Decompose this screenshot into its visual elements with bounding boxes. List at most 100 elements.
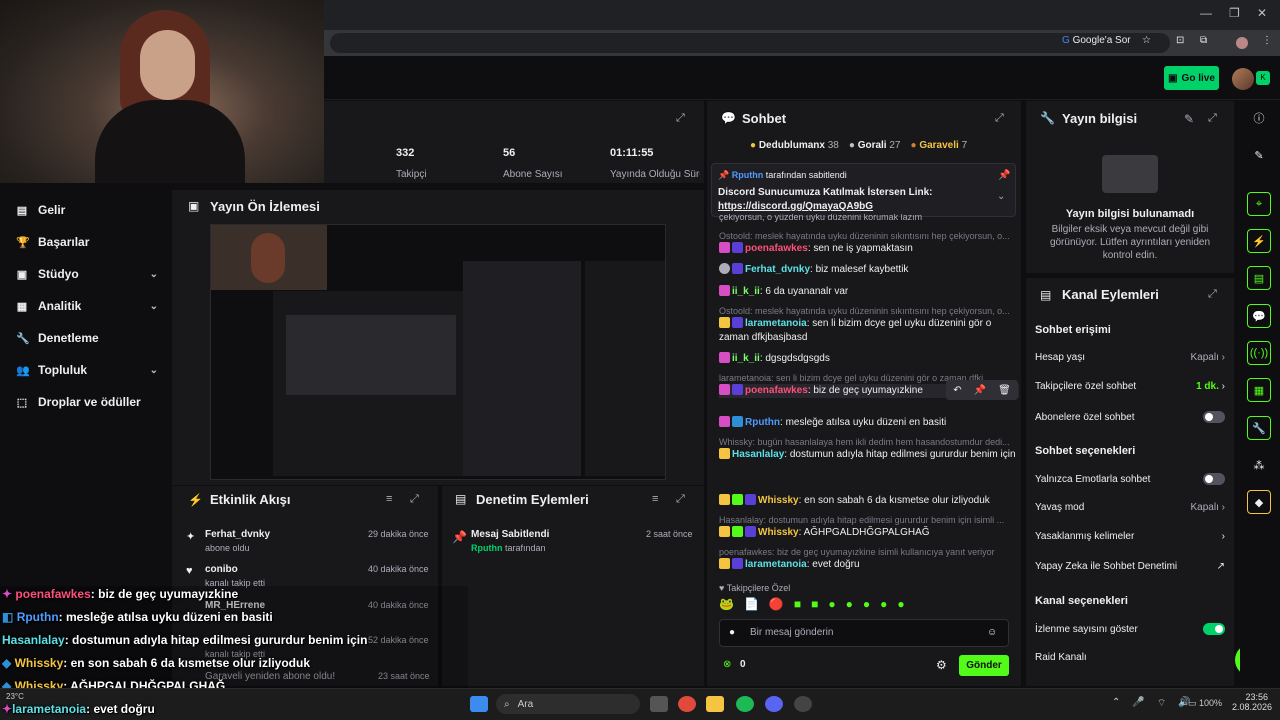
expand-icon[interactable]: ⤢ bbox=[676, 112, 685, 125]
task-view-icon[interactable] bbox=[650, 696, 668, 712]
followers-chat-row[interactable]: Takipçilere özel sohbet 1 dk. › bbox=[1035, 381, 1225, 392]
emote-icon[interactable]: ● bbox=[880, 597, 887, 615]
show-viewers-toggle[interactable] bbox=[1203, 623, 1225, 635]
chevron-down-icon[interactable]: ⌄ bbox=[997, 191, 1005, 202]
send-button[interactable]: Gönder bbox=[959, 655, 1009, 676]
chat-message[interactable]: Whissky: en son sabah 6 da kısmetse olur… bbox=[719, 494, 1019, 508]
subs-chat-row[interactable]: Abonelere özel sohbet bbox=[1035, 411, 1225, 423]
pin-icon[interactable]: 📌 bbox=[998, 170, 1010, 181]
trash-icon[interactable]: 🗑 bbox=[998, 385, 1011, 396]
emote-icon[interactable]: 📄 bbox=[744, 597, 759, 615]
chat-message[interactable]: ii_k_ii: dgsgdsdgsgds bbox=[719, 352, 1019, 366]
network-icon[interactable]: ⌔ bbox=[1157, 697, 1166, 710]
sidebar-item-basarilar[interactable]: 🏆 Başarılar bbox=[16, 231, 158, 253]
chat-message[interactable]: Hasanlalay: dostumun adıyla hitap edilme… bbox=[719, 448, 1019, 462]
raid-row[interactable]: Raid Kanalı bbox=[1035, 652, 1225, 663]
battery-text[interactable]: ▭ 100% bbox=[1188, 698, 1222, 709]
minimize-icon[interactable]: — bbox=[1200, 6, 1212, 20]
spotify-icon[interactable] bbox=[736, 696, 754, 712]
preview-video[interactable] bbox=[210, 224, 666, 480]
subs-chat-toggle[interactable] bbox=[1203, 411, 1225, 423]
mic-icon[interactable]: 🎤 bbox=[1132, 697, 1144, 710]
clock[interactable]: 23:56 2.08.2026 bbox=[1232, 692, 1272, 712]
sidebar-item-topluluk[interactable]: 👥 Topluluk ⌄ bbox=[16, 359, 158, 381]
chat-message[interactable]: Rputhn: mesleğe atılsa uyku düzeni en ba… bbox=[719, 416, 1019, 430]
wrench-icon[interactable]: 🔧 bbox=[1247, 416, 1271, 440]
close-icon[interactable]: ✕ bbox=[1257, 6, 1267, 20]
filter-icon[interactable]: ≡ bbox=[652, 493, 658, 505]
emote-icon[interactable]: ● bbox=[828, 597, 835, 615]
broadcast-icon[interactable]: ((·)) bbox=[1247, 341, 1271, 365]
chevron-up-icon[interactable]: ⌃ bbox=[1112, 697, 1120, 710]
diamond-icon[interactable]: ◆ bbox=[1247, 490, 1271, 514]
app-icon[interactable] bbox=[794, 696, 812, 712]
leader-item[interactable]: ● Garaveli 7 bbox=[911, 140, 968, 151]
bookmark-star-icon[interactable]: ☆ bbox=[1142, 35, 1151, 51]
emote-icon[interactable]: 🐸 bbox=[719, 597, 734, 615]
chat-message[interactable]: Ferhat_dvnky: biz malesef kaybettik bbox=[719, 263, 1019, 277]
leader-item[interactable]: ● Gorali 27 bbox=[849, 140, 901, 151]
menu-dots-icon[interactable]: ⋮ bbox=[1262, 35, 1272, 51]
activity-name[interactable]: conibo bbox=[205, 564, 238, 575]
chat-message[interactable]: larametanoia: sen li bizim dcye gel uyku… bbox=[719, 317, 1019, 345]
emote-icon[interactable]: ■ bbox=[794, 597, 801, 615]
emote-icon[interactable]: ● bbox=[897, 597, 904, 615]
expand-icon[interactable]: ⤢ bbox=[995, 112, 1004, 125]
reply-icon[interactable]: ↶ bbox=[953, 385, 961, 396]
lightning-icon[interactable]: ⚡ bbox=[1247, 229, 1271, 253]
pencil-icon[interactable]: ✎ bbox=[1247, 143, 1271, 167]
sidebar-item-gelir[interactable]: ▤ Gelir bbox=[16, 199, 158, 221]
list-icon[interactable]: ▤ bbox=[1247, 266, 1271, 290]
emote-icon[interactable]: ● bbox=[863, 597, 870, 615]
chat-icon[interactable]: 💬 bbox=[1247, 304, 1271, 328]
activity-name[interactable]: Ferhat_dvnky bbox=[205, 529, 270, 540]
gear-icon[interactable]: ⚙ bbox=[936, 658, 947, 672]
expand-icon[interactable]: ⤢ bbox=[676, 493, 685, 506]
emote-icon[interactable]: ● bbox=[846, 597, 853, 615]
emote-icon[interactable]: ■ bbox=[811, 597, 818, 615]
chat-message[interactable]: ii_k_ii: 6 da uyananalr var bbox=[719, 285, 1019, 299]
ai-mod-row[interactable]: Yapay Zeka ile Sohbet Denetimi ↗ bbox=[1035, 561, 1225, 572]
banned-words-row[interactable]: Yasaklanmış kelimeler › bbox=[1035, 531, 1225, 542]
account-age-row[interactable]: Hesap yaşı Kapalı › bbox=[1035, 352, 1225, 363]
layout-icon[interactable]: ▦ bbox=[1247, 378, 1271, 402]
taskbar-search[interactable]: ⌕ Ara bbox=[496, 694, 640, 714]
emote-only-toggle[interactable] bbox=[1203, 473, 1225, 485]
chrome-icon[interactable] bbox=[678, 696, 696, 712]
google-ask-button[interactable]: G Google'a Sor bbox=[1062, 35, 1131, 51]
sidebar-item-studyo[interactable]: ▣ Stüdyo ⌄ bbox=[16, 263, 158, 285]
folder-icon[interactable] bbox=[706, 696, 724, 712]
filter-icon[interactable]: ≡ bbox=[386, 493, 392, 505]
users-icon[interactable]: ⁂ bbox=[1247, 453, 1271, 477]
profile-icon[interactable] bbox=[1236, 37, 1248, 49]
info-icon[interactable]: ⓘ bbox=[1247, 106, 1271, 130]
extension-icon[interactable]: ⊡ bbox=[1176, 35, 1184, 51]
avatar[interactable] bbox=[1232, 68, 1254, 90]
show-viewers-row[interactable]: İzlenme sayısını göster bbox=[1035, 623, 1225, 635]
puzzle-icon[interactable]: ⧉ bbox=[1200, 35, 1207, 51]
chat-message[interactable]: larametanoia: evet doğru bbox=[719, 558, 1019, 572]
emoji-icon[interactable]: ☺ bbox=[987, 627, 997, 638]
discord-icon[interactable] bbox=[765, 696, 783, 712]
maximize-icon[interactable]: ❐ bbox=[1229, 6, 1240, 20]
address-bar[interactable] bbox=[330, 33, 1170, 53]
expand-icon[interactable]: ⤢ bbox=[1208, 288, 1217, 301]
sidebar-item-analitik[interactable]: ▦ Analitik ⌄ bbox=[16, 295, 158, 317]
kick-logo-icon[interactable]: K bbox=[1256, 71, 1270, 85]
chat-message[interactable]: poenafawkes: sen ne iş yapmaktasın bbox=[719, 242, 1019, 256]
expand-icon[interactable]: ⤢ bbox=[410, 493, 419, 506]
leader-item[interactable]: ● Dedublumanx 38 bbox=[750, 140, 839, 151]
emote-only-row[interactable]: Yalnızca Emotlarla sohbet bbox=[1035, 473, 1225, 485]
pinned-link[interactable]: https://discord.gg/QmayaQA9bG bbox=[718, 201, 873, 212]
sidebar-item-denetleme[interactable]: 🔧 Denetleme bbox=[16, 327, 158, 349]
start-icon[interactable] bbox=[470, 696, 488, 712]
emote-icon[interactable]: 🔴 bbox=[769, 597, 784, 615]
pin-icon[interactable]: 📌 bbox=[974, 385, 986, 396]
expand-icon[interactable]: ⤢ bbox=[1208, 112, 1217, 125]
edit-icon[interactable]: ✎ bbox=[1184, 112, 1194, 126]
capture-icon[interactable]: ⌖ bbox=[1247, 192, 1271, 216]
chat-message[interactable]: Whissky: AĞHPGALDHĞGPALGHAĞ bbox=[719, 526, 1019, 540]
slow-mode-row[interactable]: Yavaş mod Kapalı › bbox=[1035, 502, 1225, 513]
sidebar-item-droplar[interactable]: ⬚ Droplar ve ödüller bbox=[16, 391, 158, 413]
go-live-button[interactable]: ▣ Go live bbox=[1164, 66, 1219, 90]
